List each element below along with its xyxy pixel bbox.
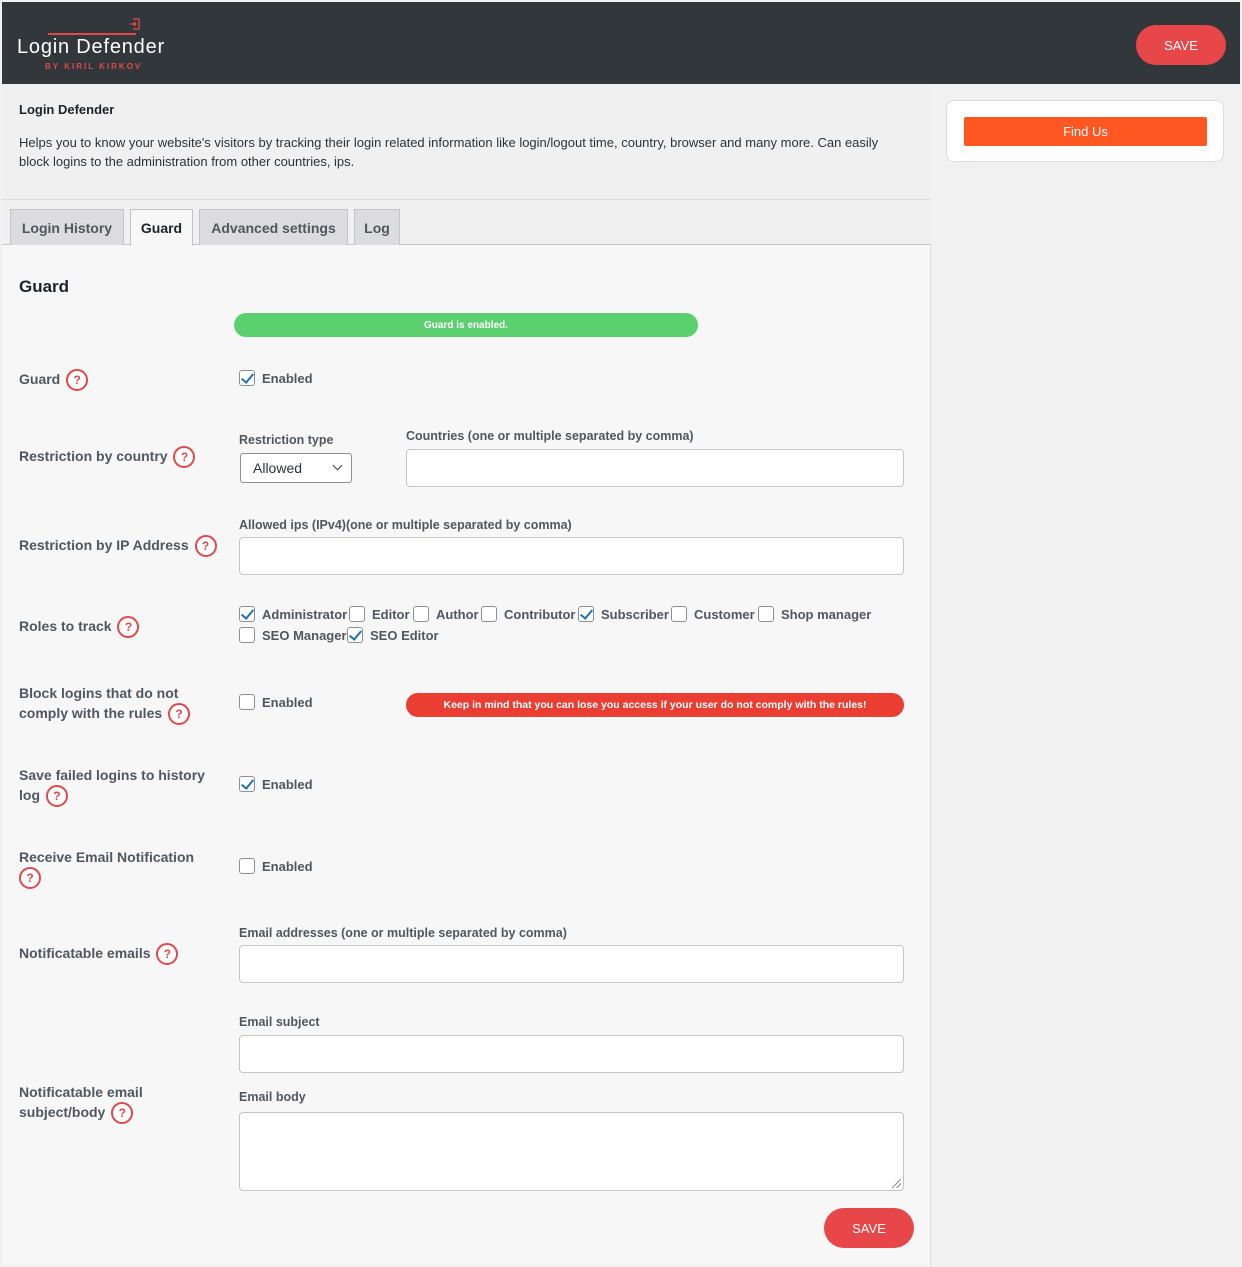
sidebar-card: Find Us xyxy=(946,100,1224,162)
failed-enabled-label: Enabled xyxy=(262,777,313,792)
plugin-description: Helps you to know your website's visitor… xyxy=(19,135,879,169)
tab-bar: Login History Guard Advanced settings Lo… xyxy=(2,200,931,246)
help-icon[interactable]: ? xyxy=(117,616,140,639)
find-us-button[interactable]: Find Us xyxy=(964,117,1207,146)
countries-field-label: Countries (one or multiple separated by … xyxy=(406,429,694,443)
failed-row-label: Save failed logins to history log ? xyxy=(19,765,205,808)
ips-field-label: Allowed ips (IPv4)(one or multiple separ… xyxy=(239,518,572,532)
email-notif-row-label: Receive Email Notification ? xyxy=(19,847,195,890)
guard-status-badge: Guard is enabled. xyxy=(234,313,698,337)
role-label-customer: Customer xyxy=(694,607,755,622)
email-body-textarea[interactable] xyxy=(239,1112,904,1191)
countries-input[interactable] xyxy=(406,449,904,487)
help-icon[interactable]: ? xyxy=(173,446,196,469)
country-row-label: Restriction by country ? xyxy=(19,446,196,469)
email-notif-enabled-checkbox[interactable] xyxy=(239,858,255,874)
subject-body-label-line2: subject/body xyxy=(19,1104,106,1120)
help-icon[interactable]: ? xyxy=(66,369,89,392)
guard-enabled-label: Enabled xyxy=(262,371,313,386)
role-checkbox-customer[interactable] xyxy=(671,606,687,622)
subject-body-label-line1: Notificatable email xyxy=(19,1084,143,1100)
help-icon[interactable]: ? xyxy=(19,867,41,890)
role-checkbox-author[interactable] xyxy=(413,606,429,622)
allowed-ips-input[interactable] xyxy=(239,537,904,575)
chevron-down-icon xyxy=(332,460,343,471)
save-button-top[interactable]: SAVE xyxy=(1136,25,1226,65)
resize-handle-icon[interactable] xyxy=(892,1179,901,1188)
country-label-text: Restriction by country xyxy=(19,448,168,464)
emails-field-label: Email addresses (one or multiple separat… xyxy=(239,926,567,940)
role-label-contributor: Contributor xyxy=(504,607,576,622)
help-icon[interactable]: ? xyxy=(194,535,217,558)
tab-guard[interactable]: Guard xyxy=(130,209,193,246)
role-label-editor: Editor xyxy=(372,607,410,622)
role-label-administrator: Administrator xyxy=(262,607,348,622)
guard-enabled-checkbox[interactable] xyxy=(239,370,255,386)
email-notif-label-text: Receive Email Notification xyxy=(19,849,195,865)
failed-enabled-checkbox[interactable] xyxy=(239,776,255,792)
roles-row-label: Roles to track ? xyxy=(19,616,140,639)
role-checkbox-administrator[interactable] xyxy=(239,606,255,622)
block-label-line1: Block logins that do not xyxy=(19,685,179,701)
restriction-type-value: Allowed xyxy=(253,460,303,476)
email-subject-input[interactable] xyxy=(239,1035,904,1073)
login-defender-logo: Login Defender BY KIRIL KIRKOV xyxy=(17,16,177,74)
emails-row-label: Notificatable emails ? xyxy=(19,943,179,966)
email-addresses-input[interactable] xyxy=(239,945,904,983)
lockout-warning-badge: Keep in mind that you can lose you acces… xyxy=(406,693,904,717)
role-label-shop-manager: Shop manager xyxy=(781,607,872,622)
logo-underline xyxy=(48,33,136,35)
guard-row-label: Guard ? xyxy=(19,369,89,392)
body-field-label: Email body xyxy=(239,1090,306,1104)
login-door-icon xyxy=(130,18,140,30)
block-enabled-checkbox[interactable] xyxy=(239,694,255,710)
top-header: Login Defender BY KIRIL KIRKOV SAVE xyxy=(2,2,1240,84)
main-panel: Login Defender Helps you to know your we… xyxy=(2,84,931,1265)
help-icon[interactable]: ? xyxy=(111,1102,134,1125)
role-label-author: Author xyxy=(436,607,479,622)
ip-row-label: Restriction by IP Address ? xyxy=(19,535,217,558)
failed-label-line1: Save failed logins to history xyxy=(19,767,205,783)
tab-advanced-settings[interactable]: Advanced settings xyxy=(199,209,348,245)
block-row-label: Block logins that do not comply with the… xyxy=(19,683,191,726)
help-icon[interactable]: ? xyxy=(45,785,68,808)
block-label-line2: comply with the rules xyxy=(19,705,163,721)
email-notif-enabled-label: Enabled xyxy=(262,859,313,874)
tab-log[interactable]: Log xyxy=(354,209,400,245)
roles-label-text: Roles to track xyxy=(19,618,112,634)
logo-title: Login Defender xyxy=(17,36,165,58)
save-button-bottom[interactable]: SAVE xyxy=(824,1208,914,1248)
role-checkbox-seo-editor[interactable] xyxy=(347,627,363,643)
role-label-seo-manager: SEO Manager xyxy=(262,628,347,643)
subject-body-row-label: Notificatable email subject/body ? xyxy=(19,1082,143,1125)
role-checkbox-contributor[interactable] xyxy=(481,606,497,622)
emails-label-text: Notificatable emails xyxy=(19,945,151,961)
restriction-type-select[interactable]: Allowed xyxy=(240,453,352,483)
subject-field-label: Email subject xyxy=(239,1015,320,1029)
tab-login-history[interactable]: Login History xyxy=(10,209,124,245)
role-checkbox-seo-manager[interactable] xyxy=(239,627,255,643)
section-title: Guard xyxy=(19,277,70,296)
role-label-seo-editor: SEO Editor xyxy=(370,628,439,643)
ip-label-text: Restriction by IP Address xyxy=(19,537,189,553)
failed-label-line2: log xyxy=(19,787,40,803)
role-checkbox-editor[interactable] xyxy=(349,606,365,622)
block-enabled-label: Enabled xyxy=(262,695,313,710)
role-label-subscriber: Subscriber xyxy=(601,607,669,622)
role-checkbox-subscriber[interactable] xyxy=(578,606,594,622)
restriction-type-label: Restriction type xyxy=(239,433,334,447)
role-checkbox-shop-manager[interactable] xyxy=(758,606,774,622)
plugin-intro: Login Defender Helps you to know your we… xyxy=(2,84,931,200)
logo-byline: BY KIRIL KIRKOV xyxy=(45,62,143,71)
help-icon[interactable]: ? xyxy=(168,703,191,726)
guard-label-text: Guard xyxy=(19,371,61,387)
plugin-title: Login Defender xyxy=(19,102,115,117)
help-icon[interactable]: ? xyxy=(156,943,179,966)
